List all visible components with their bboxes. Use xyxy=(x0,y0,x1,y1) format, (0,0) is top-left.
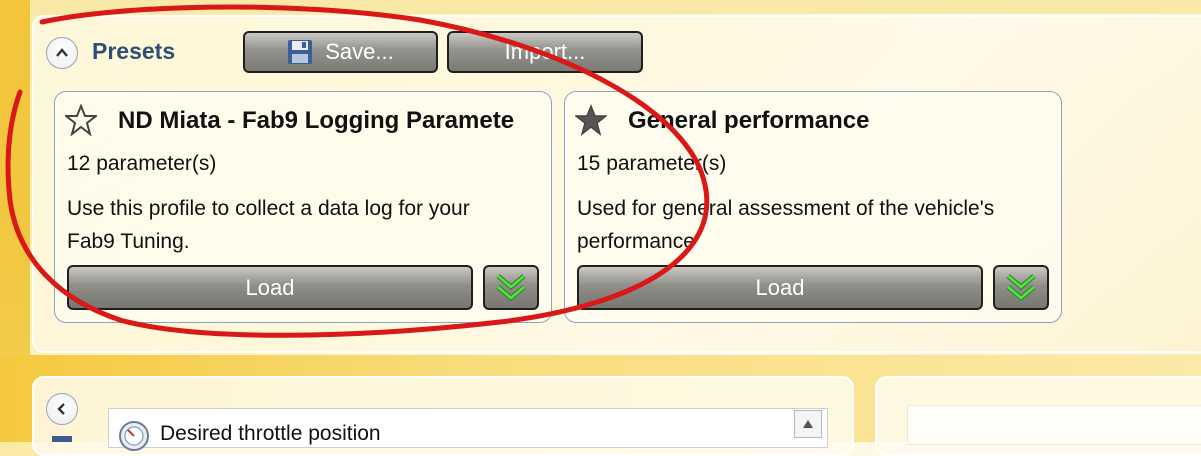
chevron-left-icon xyxy=(57,403,65,415)
parameters-collapse-button[interactable] xyxy=(46,393,78,425)
preset-description: Use this profile to collect a data log f… xyxy=(67,192,470,258)
import-preset-button[interactable]: Import... xyxy=(447,31,643,73)
star-outline-icon[interactable] xyxy=(65,104,97,136)
star-filled-icon[interactable] xyxy=(575,104,607,136)
description-line: Use this profile to collect a data log f… xyxy=(67,197,470,220)
preset-description: Used for general assessment of the vehic… xyxy=(577,192,994,258)
load-button-label: Load xyxy=(755,274,805,300)
description-line: performance xyxy=(577,230,695,253)
description-line: Used for general assessment of the vehic… xyxy=(577,197,995,220)
side-panel-content xyxy=(907,405,1201,445)
list-marker xyxy=(52,436,72,442)
preset-title: General performance xyxy=(628,107,870,134)
triangle-up-icon xyxy=(803,420,813,428)
load-button[interactable]: Load xyxy=(577,265,983,310)
expand-details-button[interactable] xyxy=(483,265,539,310)
load-button[interactable]: Load xyxy=(67,265,473,310)
preset-card: ND Miata - Fab9 Logging Paramete 12 para… xyxy=(54,91,552,323)
chevron-up-icon xyxy=(56,48,68,57)
double-chevron-down-icon xyxy=(496,273,526,301)
parameter-count: 12 parameter(s) xyxy=(67,152,217,175)
scroll-up-button[interactable] xyxy=(794,410,822,438)
preset-card: General performance 15 parameter(s) Used… xyxy=(564,91,1062,323)
save-button-label: Save... xyxy=(325,39,394,64)
list-item[interactable]: Desired throttle position xyxy=(160,422,381,446)
save-preset-button[interactable]: Save... xyxy=(243,31,438,73)
double-chevron-down-icon xyxy=(1006,273,1036,301)
description-line: Fab9 Tuning. xyxy=(67,230,190,253)
presets-title: Presets xyxy=(92,38,176,64)
preset-title: ND Miata - Fab9 Logging Paramete xyxy=(118,107,515,134)
load-button-label: Load xyxy=(245,274,295,300)
presets-collapse-button[interactable] xyxy=(46,37,78,69)
import-button-label: Import... xyxy=(504,39,586,64)
gauge-icon xyxy=(119,421,149,451)
expand-details-button[interactable] xyxy=(993,265,1049,310)
parameter-count: 15 parameter(s) xyxy=(577,152,727,175)
floppy-disk-icon xyxy=(288,40,313,64)
window-top-band xyxy=(0,0,1201,14)
